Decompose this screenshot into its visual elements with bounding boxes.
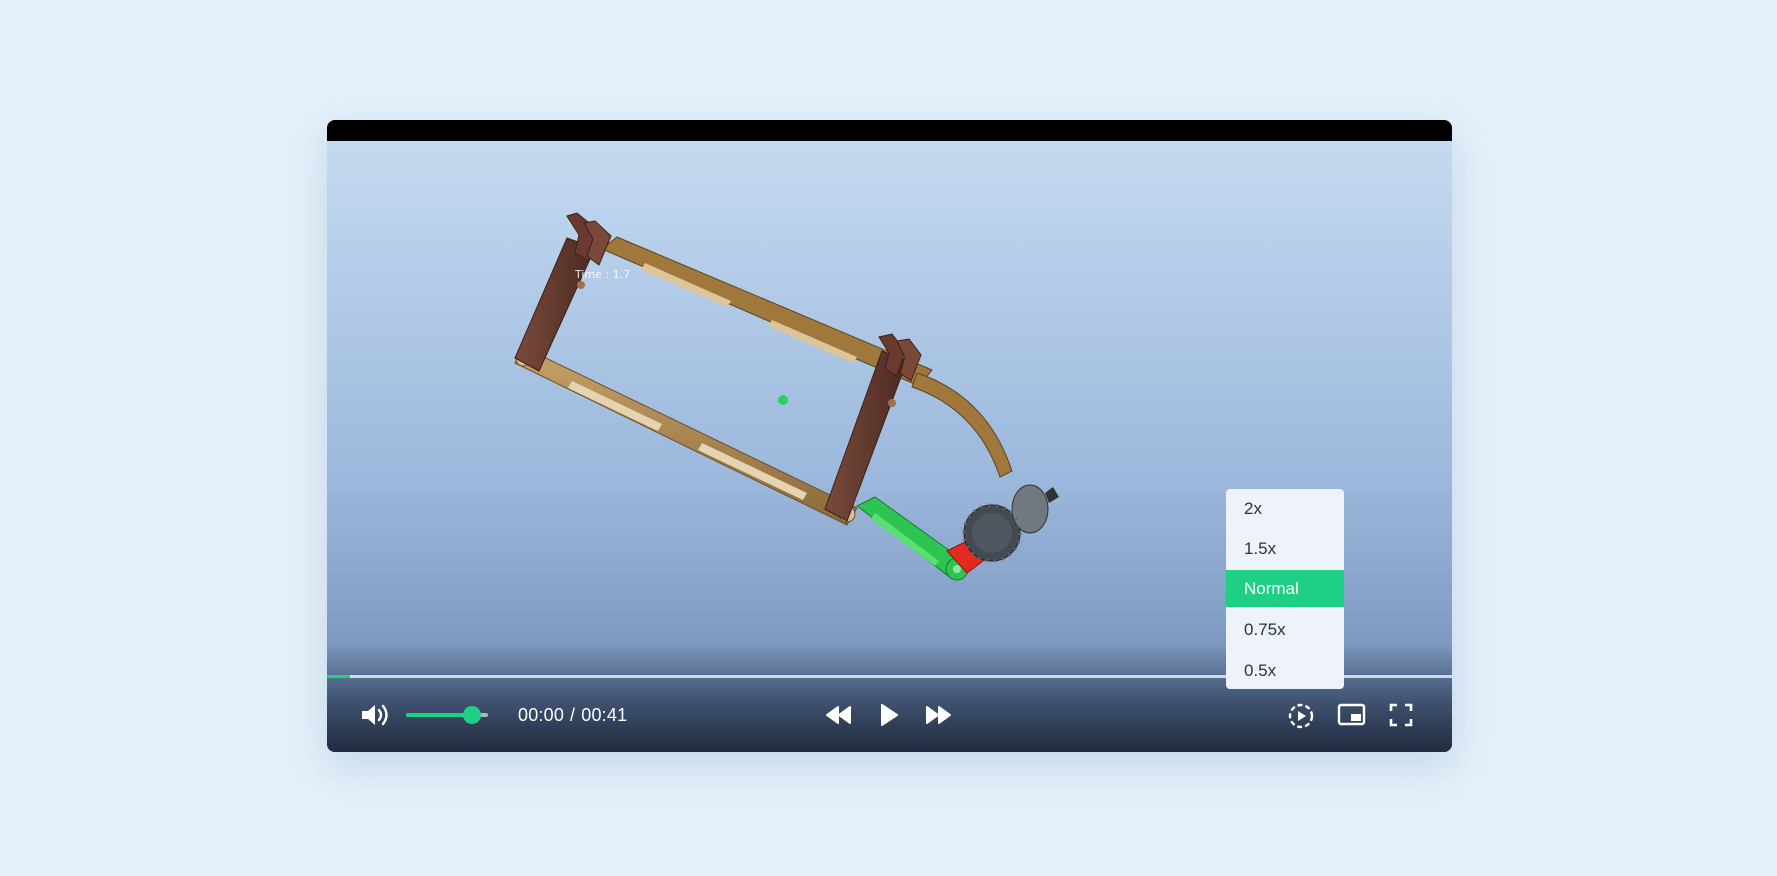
video-overlay-caption: Time : 1.7 bbox=[575, 268, 631, 281]
volume-slider[interactable] bbox=[406, 706, 488, 724]
playback-speed-icon[interactable] bbox=[1287, 702, 1315, 730]
fullscreen-icon[interactable] bbox=[1389, 703, 1413, 727]
progress-fill bbox=[327, 675, 350, 678]
speed-option-2x[interactable]: 2x bbox=[1226, 490, 1344, 527]
volume-icon[interactable] bbox=[360, 702, 394, 728]
volume-thumb[interactable] bbox=[462, 706, 481, 724]
time-display: 00:00/00:41 bbox=[518, 705, 627, 726]
playback-speed-menu: 2x 1.5x Normal 0.75x 0.5x bbox=[1226, 489, 1344, 689]
fast-forward-icon[interactable] bbox=[924, 704, 952, 726]
player-controls: 00:00/00:41 bbox=[327, 690, 1452, 740]
duration: 00:41 bbox=[581, 705, 628, 725]
picture-in-picture-icon[interactable] bbox=[1337, 703, 1367, 727]
speed-option-normal[interactable]: Normal bbox=[1226, 570, 1344, 607]
volume-fill bbox=[406, 713, 472, 717]
play-icon[interactable] bbox=[878, 702, 900, 728]
speed-option-0-75x[interactable]: 0.75x bbox=[1226, 611, 1344, 648]
speed-option-1-5x[interactable]: 1.5x bbox=[1226, 530, 1344, 567]
current-time: 00:00 bbox=[518, 705, 565, 725]
speed-option-0-5x[interactable]: 0.5x bbox=[1226, 652, 1344, 689]
rewind-icon[interactable] bbox=[825, 704, 853, 726]
time-separator: / bbox=[570, 705, 576, 725]
